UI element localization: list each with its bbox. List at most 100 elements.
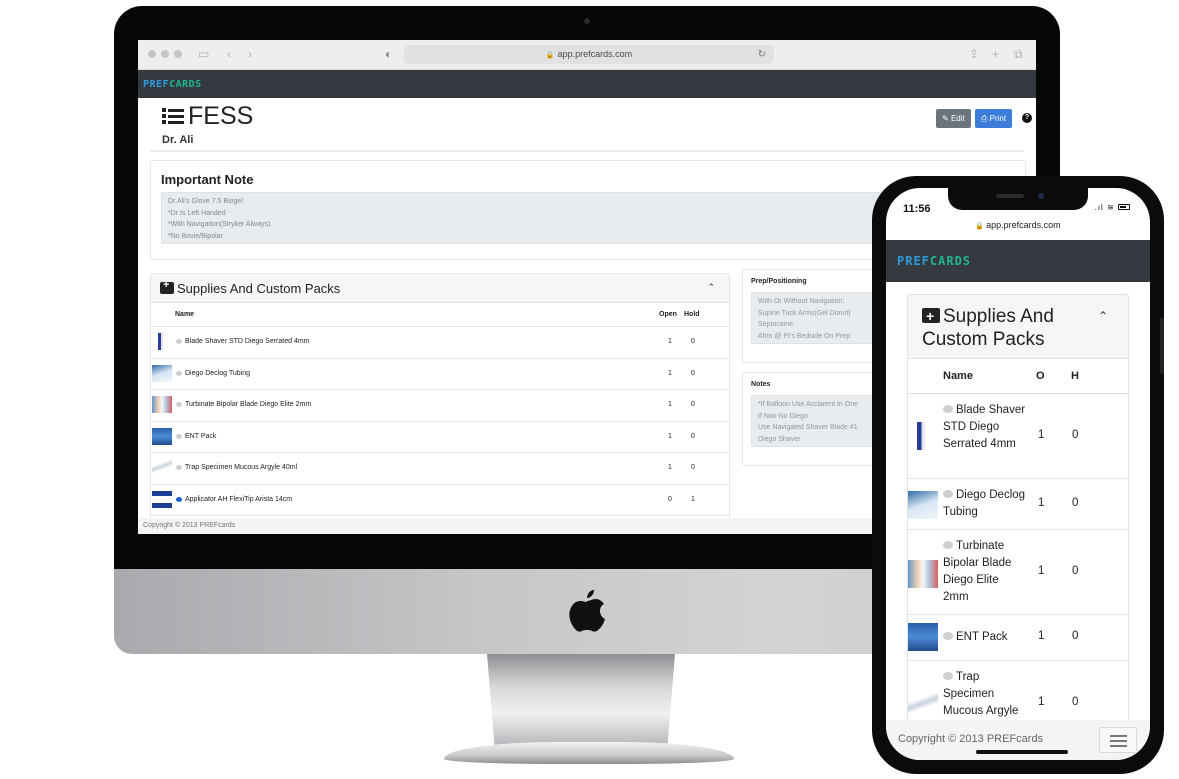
print-button[interactable]: ⎙ Print — [975, 109, 1013, 128]
mobile-supplies-title-text: Supplies And Custom Packs — [922, 306, 1054, 350]
item-hold: 0 — [691, 338, 695, 345]
comment-icon[interactable] — [176, 433, 182, 439]
brand-part2: CARDS — [929, 254, 972, 268]
url-text: app.prefcards.com — [557, 49, 633, 59]
battery-icon — [1118, 204, 1130, 210]
item-name-text: Blade Shaver STD Diego Serrated 4mm — [943, 404, 1026, 450]
important-note-title: Important Note — [161, 172, 254, 187]
address-bar[interactable]: 🔒 app.prefcards.com ↻ — [404, 45, 774, 64]
table-row[interactable]: Applicator AH FlexiTip Arista 14cm 0 1 — [151, 485, 729, 516]
item-thumbnail — [152, 490, 172, 508]
table-row[interactable]: Diego Declog Tubing 1 0 — [151, 359, 729, 390]
comment-icon[interactable] — [943, 541, 953, 549]
mobile-footer: Copyright © 2013 PREFcards — [886, 720, 1150, 760]
iphone-notch — [948, 188, 1088, 210]
home-indicator — [976, 750, 1068, 754]
item-name: Applicator AH FlexiTip Arista 14cm — [185, 495, 293, 503]
brand-part1: PREF — [897, 254, 930, 268]
table-row[interactable]: Turbinate Bipolar Blade Diego Elite 2mm … — [151, 390, 729, 422]
item-hold: 0 — [691, 401, 695, 408]
comment-icon[interactable] — [943, 672, 953, 680]
comment-icon[interactable] — [943, 405, 953, 413]
comment-icon[interactable] — [176, 402, 182, 407]
comment-icon[interactable] — [176, 465, 182, 470]
collapse-chevron-icon[interactable]: ⌃ — [1098, 309, 1108, 323]
item-thumbnail — [152, 427, 172, 445]
item-open: 1 — [668, 464, 672, 471]
comment-icon[interactable] — [943, 490, 953, 498]
comment-icon[interactable] — [176, 339, 182, 344]
collapse-chevron-icon[interactable]: ⌃ — [707, 282, 715, 293]
browser-toolbar: ▭ ‹ › ◐ 🔒 app.prefcards.com ↻ ⇪ + ⧉ — [138, 40, 1036, 70]
doctor-name: Dr. Ali — [162, 134, 194, 146]
brand-logo[interactable]: PREFCARDS — [143, 79, 202, 90]
mobile-brand-logo[interactable]: PREFCARDS — [897, 254, 971, 268]
mobile-table-header: Name O H — [908, 359, 1128, 394]
supplies-title-text: Supplies And Custom Packs — [177, 281, 341, 296]
item-name-text: Turbinate Bipolar Blade Diego Elite 2mm — [943, 540, 1012, 603]
mobile-address-bar[interactable]: 🔒 app.prefcards.com — [886, 220, 1150, 230]
sidebar-icon[interactable]: ▭ — [198, 46, 209, 62]
imac-stand-neck — [487, 654, 675, 746]
table-row[interactable]: ENT Pack 1 0 — [151, 422, 729, 453]
print-icon: ⎙ — [981, 114, 990, 123]
table-row[interactable]: Turbinate Bipolar Blade Diego Elite 2mm … — [908, 530, 1128, 615]
share-icon[interactable]: ⇪ — [969, 46, 979, 62]
divider — [150, 150, 1024, 152]
device-mockup-stage: ▭ ‹ › ◐ 🔒 app.prefcards.com ↻ ⇪ + ⧉ PREFC… — [0, 0, 1179, 779]
column-hold: H — [1071, 370, 1079, 382]
item-hold: 0 — [691, 369, 695, 377]
supplies-card: Supplies And Custom Packs ⌃ Name Open Ho… — [150, 273, 730, 534]
brand-part1: PREF — [143, 79, 170, 90]
close-window-button[interactable] — [148, 50, 156, 58]
table-row[interactable]: Blade Shaver STD Diego Serrated 4mm 1 0 — [151, 327, 729, 359]
column-open: O — [1036, 370, 1045, 382]
title-row: FESS Dr. Ali ✎ Edit ⎙ Print ? — [150, 98, 1032, 150]
medical-kit-icon — [160, 279, 174, 294]
status-time: 11:56 — [903, 203, 931, 215]
item-thumbnail — [908, 691, 938, 719]
reload-icon[interactable]: ↻ — [758, 45, 766, 64]
item-open: 1 — [668, 338, 672, 345]
comment-icon[interactable] — [176, 496, 182, 502]
item-open: 1 — [1038, 565, 1045, 577]
comment-icon[interactable] — [943, 632, 953, 640]
shield-icon[interactable]: ◐ — [385, 46, 392, 62]
minimize-window-button[interactable] — [161, 50, 169, 58]
notes-text: *If Balloon Use Acclarent In One If Nav-… — [751, 395, 891, 447]
mobile-supplies-header[interactable]: Supplies And Custom Packs ⌃ — [908, 295, 1128, 359]
zoom-window-button[interactable] — [174, 50, 182, 58]
comment-icon[interactable] — [176, 370, 182, 376]
table-row[interactable]: Blade Shaver STD Diego Serrated 4mm 1 0 — [908, 394, 1128, 479]
column-name: Name — [943, 370, 973, 382]
signal-icon: .ıl — [1094, 203, 1104, 212]
item-thumbnail — [908, 623, 938, 651]
forward-icon[interactable]: › — [248, 46, 252, 62]
edit-label: Edit — [950, 114, 965, 123]
item-thumbnail — [152, 364, 172, 382]
supplies-title: Supplies And Custom Packs — [160, 279, 341, 296]
procedure-title-text: FESS — [188, 102, 254, 130]
tabs-icon[interactable]: ⧉ — [1014, 46, 1023, 62]
prep-positioning-card: Prep/Positioning With Or Without Navigat… — [742, 269, 891, 363]
supplies-table-header: Name Open Hold — [151, 303, 729, 327]
hamburger-menu-button[interactable] — [1099, 727, 1137, 753]
edit-button[interactable]: ✎ Edit — [936, 109, 971, 128]
item-name: Diego Declog Tubing — [943, 487, 1027, 521]
notes-card: Notes *If Balloon Use Acclarent In One I… — [742, 372, 891, 466]
table-row[interactable]: ENT Pack 1 0 — [908, 615, 1128, 661]
item-thumbnail — [908, 422, 938, 450]
table-row[interactable]: Diego Declog Tubing 1 0 — [908, 479, 1128, 530]
notes-line: Diego Shaver — [758, 435, 801, 443]
help-icon[interactable]: ? — [1022, 113, 1032, 123]
item-name: ENT Pack — [943, 629, 1027, 646]
back-icon[interactable]: ‹ — [227, 46, 231, 62]
item-name: Turbinate Bipolar Blade Diego Elite 2mm — [185, 401, 312, 408]
imac-stand-foot — [444, 742, 734, 764]
supplies-header[interactable]: Supplies And Custom Packs ⌃ — [151, 274, 729, 303]
table-row[interactable]: Trap Specimen Mucous Argyle 40ml 1 0 — [151, 453, 729, 485]
new-tab-icon[interactable]: + — [992, 46, 999, 62]
item-thumbnail — [152, 333, 172, 350]
item-thumbnail — [152, 396, 172, 413]
notes-line: Use Navigated Shaver Blade #1 — [758, 424, 858, 431]
